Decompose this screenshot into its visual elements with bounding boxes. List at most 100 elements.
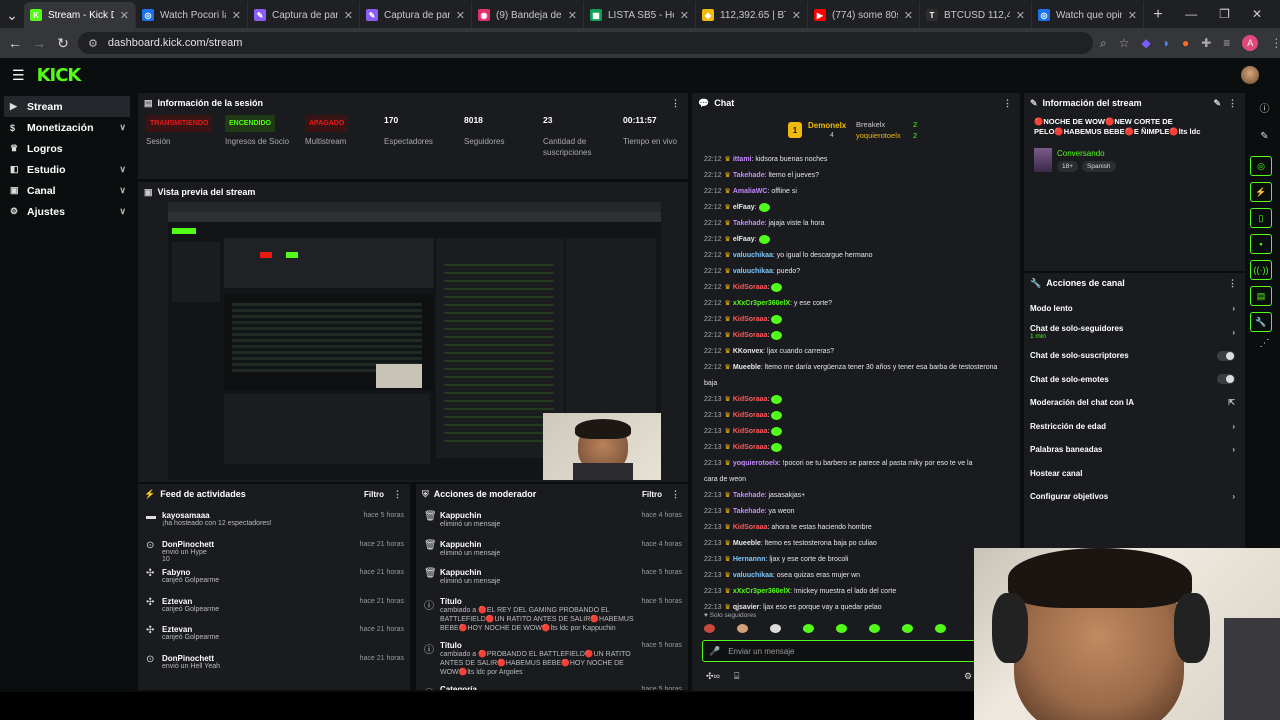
chat-username[interactable]: KidSoraaa [733, 284, 768, 291]
chat-message-list[interactable]: 22:12 ♛ ittami: kidsora buenas noches 22:12… [692, 152, 1020, 616]
chat-message[interactable]: 22:12 ♛ Mueeble: ltemo me daría vergüenza … [692, 360, 1010, 376]
chat-message[interactable]: 22:13 ♛ Takehade: jasasakjas+ [692, 488, 1010, 504]
stream-tag[interactable]: Spanish [1082, 161, 1116, 172]
chat-message[interactable]: 22:12 ♛ KidSoraaa: [692, 328, 1010, 344]
stream-tag[interactable]: 18+ [1057, 161, 1079, 172]
browser-tab[interactable]: ◆ 112,392.65 | BTC... ✕ [696, 2, 808, 28]
emote-8[interactable] [935, 624, 946, 633]
zoom-icon[interactable]: ⌕ [1100, 36, 1107, 51]
chat-message[interactable]: 22:12 ♛ valuuchikaa: yo igual lo descargue… [692, 248, 1010, 264]
tab-close-icon[interactable]: ✕ [232, 9, 241, 22]
browser-tab[interactable]: ◉ (9) Bandeja de en... ✕ [472, 2, 584, 28]
activity-filter-button[interactable]: Filtro [364, 490, 384, 499]
chat-username[interactable]: KidSoraaa [733, 412, 768, 419]
chat-message[interactable]: 22:12 ♛ ittami: kidsora buenas noches [692, 152, 1010, 168]
edit-stream-icon[interactable]: ✎ [1213, 98, 1221, 109]
emote-3[interactable] [770, 624, 781, 633]
forward-icon[interactable]: → [27, 31, 51, 55]
channel-action-row[interactable]: Restricción de edad › [1024, 415, 1245, 439]
chat-username[interactable]: Takehade [733, 220, 765, 227]
browser-tab[interactable]: ◎ Watch Pocori la c... ✕ [136, 2, 248, 28]
channel-action-row[interactable]: Chat de solo-seguidores 1 min › [1024, 321, 1245, 345]
channel-action-row[interactable]: Configurar objetivos › [1024, 485, 1245, 509]
channel-action-row[interactable]: Chat de solo-emotes [1024, 368, 1245, 392]
hamburger-menu-icon[interactable]: ☰ [12, 67, 25, 84]
chevron-right-icon[interactable]: › [1232, 304, 1235, 313]
chat-username[interactable]: Takehade [733, 172, 765, 179]
chat-message[interactable]: 22:13 ♛ Takehade: ya weon [692, 504, 1010, 520]
chevron-right-icon[interactable]: › [1232, 328, 1235, 337]
chat-message[interactable]: 22:13 ♛ xXxCr3per360elX: !mickey muestra e… [692, 584, 1010, 600]
channel-action-row[interactable]: Chat de solo-suscriptores [1024, 344, 1245, 368]
mod-action-row[interactable]: 🗑 Kappuchin eliminó un mensaje hace 4 horas [416, 508, 688, 537]
browser-tab[interactable]: ▦ LISTA SB5 - Hojas... ✕ [584, 2, 696, 28]
rail-tool-4-icon[interactable]: ▪ [1250, 234, 1272, 254]
chevron-down-icon[interactable]: ∨ [119, 206, 126, 217]
chat-input[interactable]: 🎤 Enviar un mensaje [702, 640, 1002, 662]
close-window-icon[interactable]: ✕ [1252, 7, 1262, 21]
chat-username[interactable]: qjsavier [733, 604, 759, 611]
chat-username[interactable]: elFaay [733, 236, 755, 243]
chevron-down-icon[interactable]: ∨ [119, 122, 126, 133]
activity-row[interactable]: ▬ kayosamaaa ¡ha hosteado con 12 espectado… [138, 508, 410, 537]
chat-message[interactable]: 22:13 ♛ KidSoraaa: [692, 424, 1010, 440]
chat-username[interactable]: valuuchikaa [733, 268, 773, 275]
chat-message[interactable]: 22:12 ♛ elFaay: [692, 200, 1010, 216]
chat-username[interactable]: KKonvex [733, 348, 763, 355]
chat-message[interactable]: 22:12 ♛ elFaay: [692, 232, 1010, 248]
mic-icon[interactable]: 🎤 [709, 646, 720, 657]
chat-username[interactable]: elFaay [733, 204, 755, 211]
activity-row[interactable]: ✣ Eztevan canjeó Golpearme hace 21 horas [138, 622, 410, 651]
chat-message[interactable]: 22:13 ♛ KidSoraaa: [692, 392, 1010, 408]
extensions-puzzle-icon[interactable]: ✚ [1201, 36, 1211, 50]
tab-close-icon[interactable]: ✕ [792, 9, 801, 22]
browser-tab[interactable]: T BTCUSD 112,401... ✕ [920, 2, 1032, 28]
category-name[interactable]: Conversando [1057, 149, 1105, 158]
emote-2[interactable] [737, 624, 748, 633]
sidebar-item-estudio[interactable]: ◧ Estudio ∨ [0, 159, 136, 180]
chat-username[interactable]: xXxCr3per360elX [733, 588, 790, 595]
chat-message[interactable]: 22:13 ♛ Mueeble: ltemo es testosterona baj… [692, 536, 1010, 552]
chat-username[interactable]: KidSoraaa [733, 524, 768, 531]
extension-icon[interactable]: ◆ [1142, 36, 1151, 50]
external-link-icon[interactable]: ⇱ [1228, 398, 1235, 407]
chat-message[interactable]: 22:12 ♛ KidSoraaa: [692, 312, 1010, 328]
mod-action-row[interactable]: ⓘ Título cambiado a 🔴PROBANDO EL BATTLEFIE… [416, 638, 688, 682]
chat-username[interactable]: Takehade [733, 492, 765, 499]
chat-username[interactable]: yoquierotoelx [733, 460, 779, 467]
chat-username[interactable]: Mueeble [733, 364, 761, 371]
edit-rail-icon[interactable]: ✎ [1249, 131, 1280, 142]
channel-actions-menu-icon[interactable]: ⋮ [1228, 278, 1237, 289]
channel-action-row[interactable]: Moderación del chat con IA ⇱ [1024, 391, 1245, 415]
chevron-right-icon[interactable]: › [1232, 492, 1235, 501]
reading-list-icon[interactable]: ≡ [1223, 36, 1230, 50]
chat-message[interactable]: 22:13 ♛ yoquierotoelx: !pocori oe tu barbe… [692, 456, 1010, 472]
chevron-right-icon[interactable]: › [1232, 445, 1235, 454]
toggle-switch[interactable] [1217, 374, 1235, 385]
tab-close-icon[interactable]: ✕ [904, 9, 913, 22]
tab-close-icon[interactable]: ✕ [568, 9, 577, 22]
stream-info-menu-icon[interactable]: ⋮ [1228, 98, 1237, 109]
sidebar-item-stream[interactable]: ▶ Stream [4, 96, 130, 117]
chat-username[interactable]: valuuchikaa [733, 252, 773, 259]
chat-message[interactable]: 22:12 ♛ KKonvex: ljax cuando carreras? [692, 344, 1010, 360]
share-rail-icon[interactable]: ⋰ [1249, 338, 1280, 349]
url-bar[interactable]: ⚙ dashboard.kick.com/stream [78, 32, 1093, 54]
chevron-down-icon[interactable]: ∨ [119, 164, 126, 175]
chat-settings-icon[interactable]: ⚙ [964, 671, 972, 682]
rail-tool-6-icon[interactable]: ▤ [1250, 286, 1272, 306]
mod-tools-icon[interactable]: ✣∞ [706, 671, 720, 682]
channel-action-row[interactable]: Modo lento › [1024, 297, 1245, 321]
browser-tab[interactable]: ◎ Watch que opina... ✕ [1032, 2, 1144, 28]
gifter-2-name[interactable]: Breakelx [856, 120, 885, 129]
chat-message[interactable]: 22:12 ♛ AmaliaWC: offline si [692, 184, 1010, 200]
sidebar-item-ajustes[interactable]: ⚙ Ajustes ∨ [0, 201, 136, 222]
gift-icon[interactable]: ⌸ [734, 671, 739, 682]
browser-tab[interactable]: ▶ (774) some 80s m... ✕ [808, 2, 920, 28]
chat-message[interactable]: cara de weon [692, 472, 1010, 488]
tab-search-icon[interactable]: ⌄ [0, 2, 24, 28]
chat-message[interactable]: 22:13 ♛ Hernannn: ljax y ese corte de broc… [692, 552, 1010, 568]
sidebar-item-monetización[interactable]: $ Monetización ∨ [0, 117, 136, 138]
activity-row[interactable]: ✣ Eztevan canjeó Golpearme hace 21 horas [138, 594, 410, 623]
channel-action-row[interactable]: Palabras baneadas › [1024, 438, 1245, 462]
